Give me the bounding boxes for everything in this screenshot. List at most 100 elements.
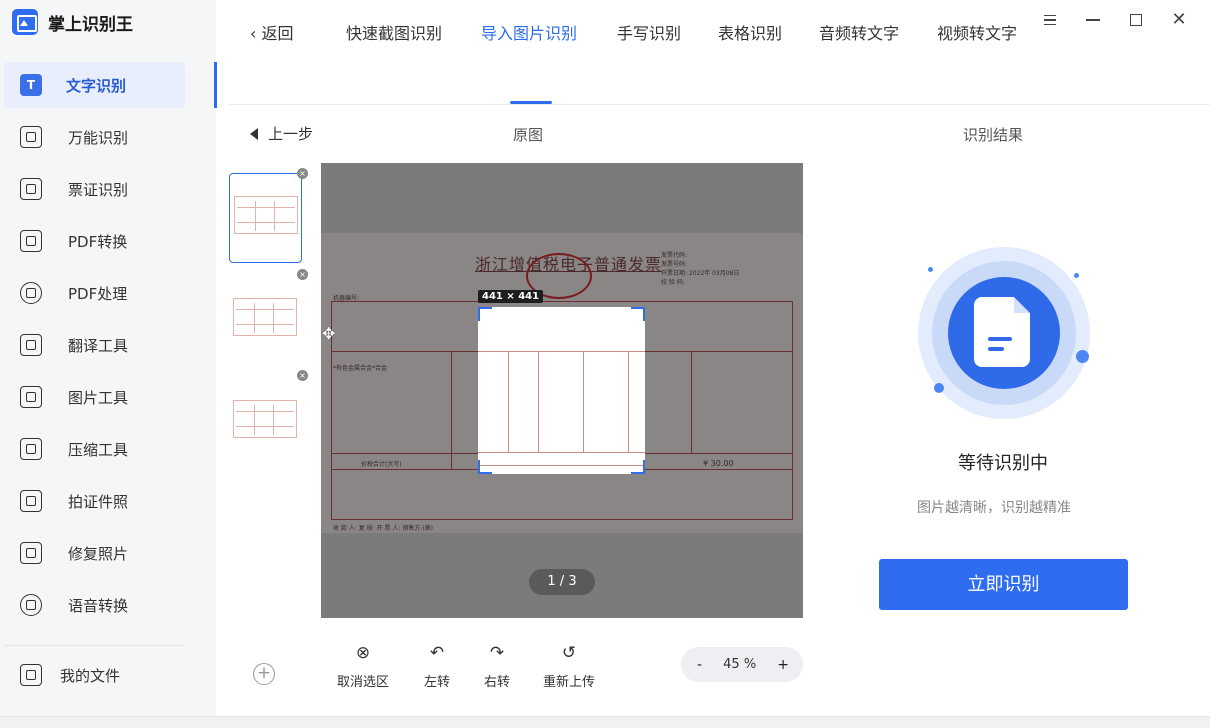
goods-name: *有色金属合金*合金 bbox=[333, 365, 388, 372]
prev-step-button[interactable]: 上一步 bbox=[250, 123, 313, 144]
sidebar-item-label: PDF转换 bbox=[68, 232, 128, 251]
thumbnail-1[interactable] bbox=[229, 173, 302, 263]
tab-quick-screenshot[interactable]: 快速截图识别 bbox=[346, 20, 442, 44]
rotate-left-icon: ↶ bbox=[429, 643, 445, 663]
recognize-now-button[interactable]: 立即识别 bbox=[879, 559, 1128, 610]
sidebar-item-pdf-convert[interactable]: PDF转换 bbox=[4, 221, 185, 261]
image-icon bbox=[20, 386, 42, 408]
remove-thumbnail-icon[interactable]: × bbox=[297, 269, 308, 280]
minimize-button[interactable] bbox=[1079, 8, 1107, 32]
sidebar-item-voice[interactable]: 语音转换 bbox=[4, 585, 185, 625]
bottom-bar bbox=[0, 716, 1210, 728]
tab-handwriting[interactable]: 手写识别 bbox=[617, 20, 681, 44]
remove-thumbnail-icon[interactable]: × bbox=[297, 370, 308, 381]
decor-dot bbox=[1076, 350, 1089, 363]
selection-handle[interactable] bbox=[631, 460, 645, 474]
tab-import-image[interactable]: 导入图片识别 bbox=[481, 20, 577, 44]
payee-label: 收 款 人: 复 核: 开 票 人: 销售方:(章) bbox=[333, 525, 434, 532]
triangle-left-icon bbox=[250, 127, 258, 140]
scan-search-icon bbox=[20, 126, 42, 148]
thumbnail-image bbox=[233, 298, 297, 336]
clarity-hint: 图片越清晰，识别越精准 bbox=[917, 500, 1071, 516]
sidebar-item-my-files[interactable]: 我的文件 bbox=[4, 655, 185, 695]
invoice-rule bbox=[331, 519, 793, 520]
zoom-out-button[interactable]: - bbox=[697, 657, 702, 673]
crop-gridline bbox=[628, 352, 629, 452]
ticket-icon bbox=[20, 178, 42, 200]
menu-icon bbox=[1044, 15, 1056, 25]
tab-audio-to-text[interactable]: 音频转文字 bbox=[819, 20, 899, 44]
sidebar-item-label: 图片工具 bbox=[68, 388, 129, 407]
original-label: 原图 bbox=[513, 126, 544, 144]
minimize-icon bbox=[1086, 19, 1100, 21]
sidebar-item-label: 票证识别 bbox=[68, 180, 129, 199]
sidebar-item-pdf-process[interactable]: PDF处理 bbox=[4, 273, 185, 313]
zoom-value: 45 % bbox=[723, 657, 757, 672]
prev-step-label: 上一步 bbox=[268, 125, 314, 143]
rotate-right-label: 右转 bbox=[484, 675, 511, 690]
app-logo-icon bbox=[12, 9, 38, 35]
zoom-in-button[interactable]: + bbox=[777, 657, 789, 673]
maximize-icon bbox=[1130, 14, 1142, 26]
cancel-selection-label: 取消选区 bbox=[337, 675, 390, 690]
sidebar-item-text-recognition[interactable]: T 文字识别 bbox=[4, 62, 185, 108]
sidebar-item-universal[interactable]: 万能识别 bbox=[4, 117, 185, 157]
maximize-button[interactable] bbox=[1122, 8, 1150, 32]
thumbnail-3[interactable] bbox=[229, 378, 302, 468]
sidebar-item-image-tools[interactable]: 图片工具 bbox=[4, 377, 185, 417]
waiting-illustration bbox=[918, 247, 1090, 419]
pdf-convert-icon bbox=[20, 230, 42, 252]
add-image-button[interactable]: + bbox=[253, 663, 275, 685]
translate-icon bbox=[20, 334, 42, 356]
file-icon bbox=[20, 664, 42, 686]
image-preview[interactable]: 浙江增值税电子普通发票 发票代码: 发票号码: 开票日期: 2022年 03月08日… bbox=[321, 163, 803, 618]
invoice-meta: 发票代码: 发票号码: 开票日期: 2022年 03月08日校 验 码: bbox=[661, 252, 740, 286]
back-button[interactable]: ‹ 返回 bbox=[250, 20, 294, 44]
sidebar-item-translate[interactable]: 翻译工具 bbox=[4, 325, 185, 365]
repair-photo-icon bbox=[20, 542, 42, 564]
close-button[interactable]: ✕ bbox=[1165, 8, 1193, 32]
sidebar-item-label: 我的文件 bbox=[60, 666, 121, 685]
rotate-left-button[interactable]: ↶ 左转 bbox=[424, 643, 450, 690]
page-indicator: 1 / 3 bbox=[529, 569, 595, 595]
sidebar-item-compress[interactable]: 压缩工具 bbox=[4, 429, 185, 469]
sidebar-divider bbox=[4, 645, 184, 646]
selection-box[interactable] bbox=[478, 307, 645, 474]
rotate-right-button[interactable]: ↷ 右转 bbox=[484, 643, 510, 690]
document-fold bbox=[1014, 297, 1030, 313]
sidebar-item-id-photo[interactable]: 拍证件照 bbox=[4, 481, 185, 521]
waiting-status: 等待识别中 bbox=[958, 453, 1048, 474]
chevron-left-icon: ‹ bbox=[250, 24, 262, 43]
cancel-selection-button[interactable]: ⊗ 取消选区 bbox=[337, 643, 389, 690]
selection-handle[interactable] bbox=[478, 307, 492, 321]
invoice-rule bbox=[792, 301, 793, 519]
reupload-label: 重新上传 bbox=[543, 675, 596, 690]
tabs-bar bbox=[228, 48, 1210, 105]
menu-button[interactable] bbox=[1036, 8, 1064, 32]
document-line bbox=[988, 347, 1004, 351]
cancel-selection-icon: ⊗ bbox=[355, 643, 371, 663]
selection-handle[interactable] bbox=[478, 460, 492, 474]
tab-table[interactable]: 表格识别 bbox=[718, 20, 782, 44]
active-indicator bbox=[214, 62, 217, 108]
sidebar-item-label: 压缩工具 bbox=[68, 440, 129, 459]
sidebar-item-label: 翻译工具 bbox=[68, 336, 129, 355]
crop-gridline bbox=[538, 352, 539, 452]
thumbnail-2[interactable] bbox=[229, 276, 302, 366]
selection-handle[interactable] bbox=[631, 307, 645, 321]
decor-dot bbox=[934, 383, 944, 393]
crop-gridline bbox=[478, 465, 645, 466]
zoom-control: - 45 % + bbox=[681, 647, 803, 682]
sidebar-item-repair-photo[interactable]: 修复照片 bbox=[4, 533, 185, 573]
crop-gridline bbox=[583, 352, 584, 452]
remove-thumbnail-icon[interactable]: × bbox=[297, 168, 308, 179]
total-in-words-label: 价税合计(大写) bbox=[361, 461, 402, 468]
sidebar-item-ticket[interactable]: 票证识别 bbox=[4, 169, 185, 209]
back-label: 返回 bbox=[261, 24, 294, 43]
reupload-button[interactable]: ↺ 重新上传 bbox=[543, 643, 595, 690]
tab-active-underline bbox=[510, 101, 552, 104]
tab-video-to-text[interactable]: 视频转文字 bbox=[937, 20, 1017, 44]
crop-gridline bbox=[478, 452, 645, 453]
invoice-amount: ¥ 30.00 bbox=[703, 459, 734, 468]
close-icon: ✕ bbox=[1171, 9, 1187, 30]
